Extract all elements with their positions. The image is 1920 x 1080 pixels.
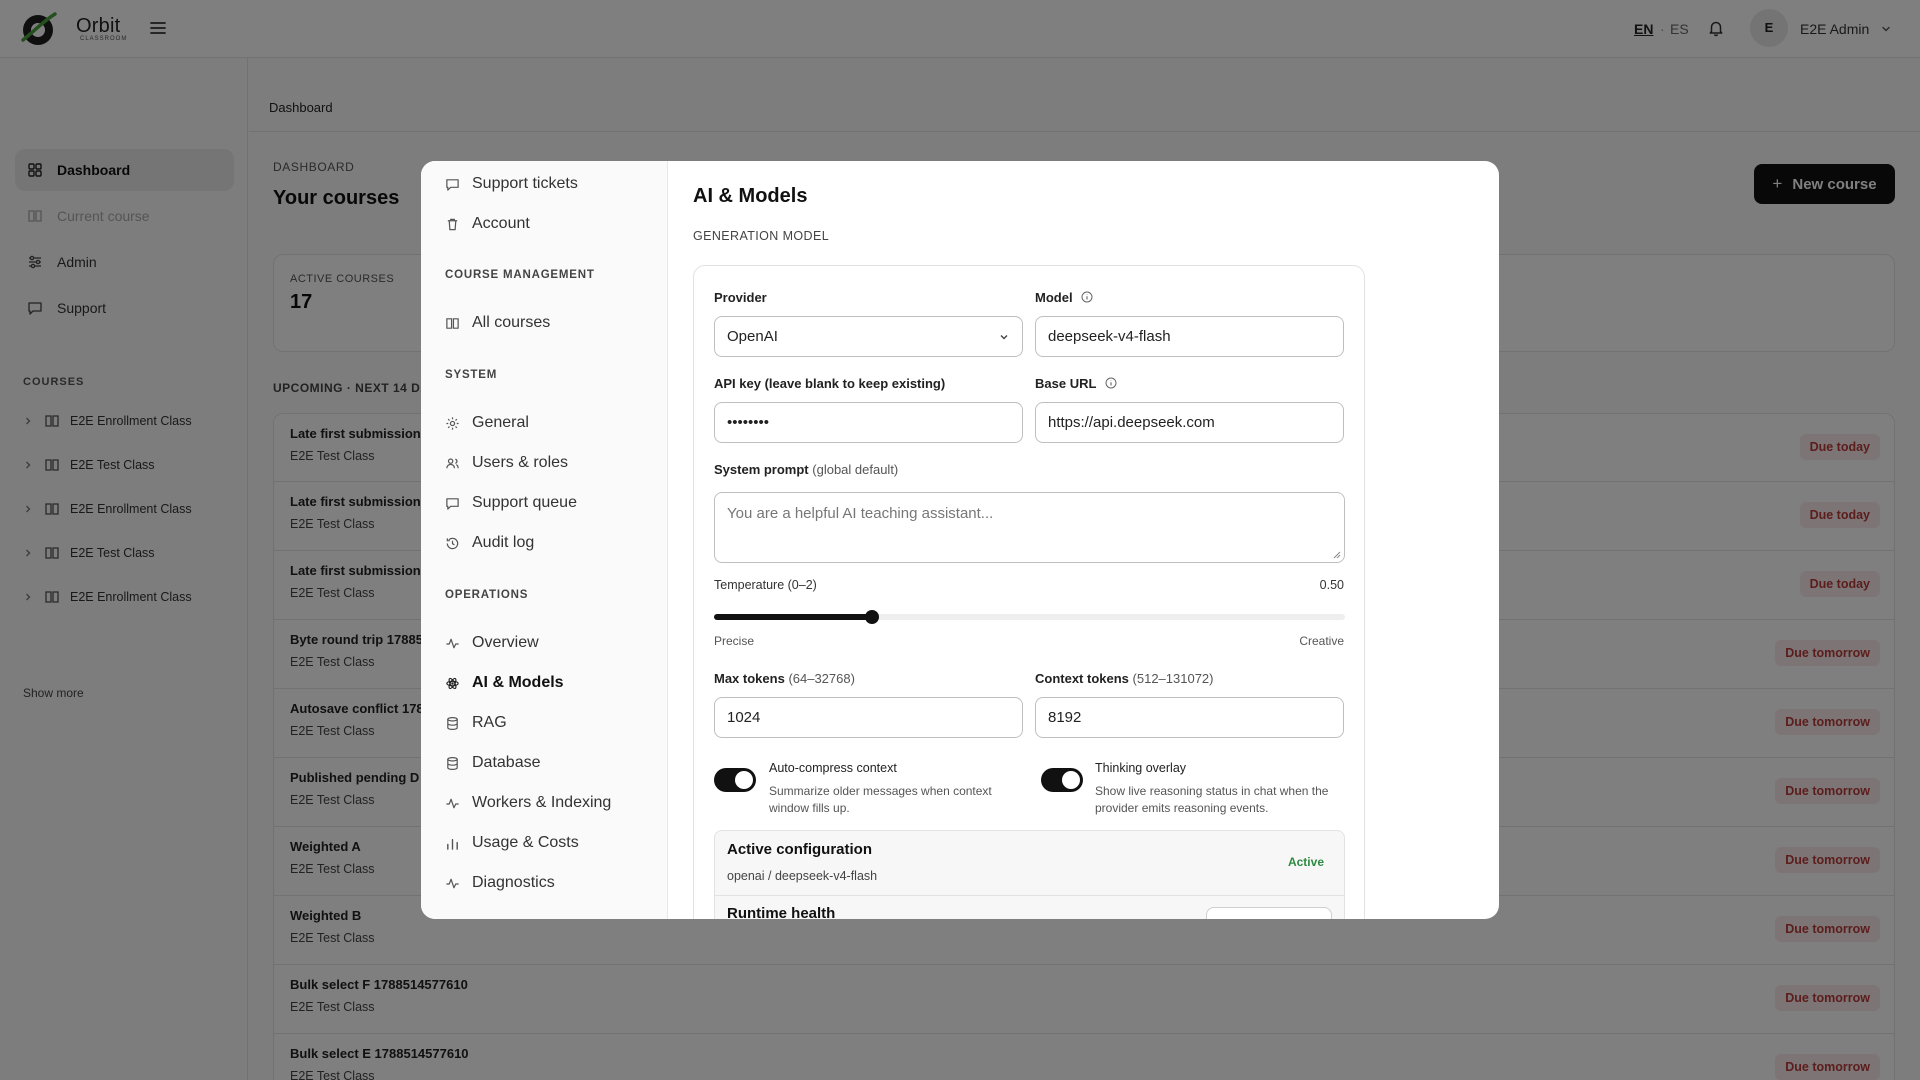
database-icon [447,756,458,770]
system-prompt-textarea[interactable]: You are a helpful AI teaching assistant.… [714,492,1345,563]
auto-compress-description: Summarize older messages when context wi… [769,784,992,815]
settings-nav-all-courses[interactable]: All courses [445,308,550,338]
provider-value: OpenAI [727,328,778,345]
thinking-overlay-title: Thinking overlay [1095,761,1187,775]
system-prompt-label: System prompt (global default) [714,462,899,477]
panel-title: AI & Models [693,185,808,207]
history-icon [446,537,459,549]
settings-nav-label: AI & Models [472,674,564,691]
settings-nav-rag[interactable]: RAG [445,708,507,738]
divider [715,895,1344,896]
settings-nav-database[interactable]: Database [445,748,541,778]
settings-nav-audit-log[interactable]: Audit log [445,528,534,558]
settings-nav-label: All courses [472,314,551,331]
atom-icon [446,677,459,689]
bar-chart-icon [447,838,458,850]
api-key-label: API key (leave blank to keep existing) [714,376,946,391]
activity-icon [446,878,459,888]
message-icon [446,497,459,510]
active-configuration-panel: Active configuration openai / deepseek-v… [714,830,1345,919]
base-url-value: https://api.deepseek.com [1048,414,1215,431]
settings-nav-label: Audit log [472,534,535,551]
settings-nav-label: Diagnostics [472,874,555,891]
section-heading-course-management: COURSE MANAGEMENT [445,269,595,281]
thinking-overlay-description: Show live reasoning status in chat when … [1095,784,1329,815]
admin-settings-modal: Support tickets Account COURSE MANAGEMEN… [421,161,1499,919]
system-prompt-hint: (global default) [812,462,899,477]
settings-nav-label: Users & roles [472,454,569,471]
gear-icon [446,416,459,430]
max-tokens-input[interactable]: 1024 [714,697,1023,738]
api-key-input[interactable]: •••••••• [714,402,1023,443]
ai-models-panel: AI & Models GENERATION MODEL Provider Op… [668,161,1499,919]
max-tokens-value: 1024 [727,709,761,726]
context-tokens-value: 8192 [1048,709,1082,726]
slider-thumb[interactable] [864,610,879,624]
api-key-value: •••••••• [727,414,770,431]
slider-fill [714,614,872,620]
book-icon [446,317,459,329]
section-heading-system: SYSTEM [445,369,498,381]
runtime-health-title: Runtime health [727,905,836,919]
settings-nav-label: General [472,414,529,431]
activity-icon [446,638,459,648]
settings-nav: Support tickets Account COURSE MANAGEMEN… [421,161,668,919]
auto-compress-toggle[interactable] [714,768,756,792]
settings-nav-label: Support tickets [472,175,578,192]
settings-nav-label: Workers & Indexing [472,794,612,811]
settings-nav-label: Account [472,215,530,232]
settings-nav-diagnostics[interactable]: Diagnostics [445,868,555,898]
info-icon[interactable] [1081,291,1093,303]
temperature-value: 0.50 [1319,578,1344,592]
status-badge: Active [1287,855,1324,869]
thinking-overlay-toggle[interactable] [1041,768,1083,792]
auto-compress-title: Auto-compress context [769,761,897,775]
max-tokens-label: Max tokens (64–32768) [714,671,855,686]
section-heading-operations: OPERATIONS [445,589,529,601]
trash-icon [447,218,458,230]
settings-nav-label: Usage & Costs [472,834,579,851]
runtime-health-button[interactable] [1206,907,1332,919]
settings-nav-support-tickets[interactable]: Support tickets [445,169,578,199]
settings-nav-label: Database [472,754,541,771]
info-icon[interactable] [1105,377,1117,389]
provider-label: Provider [714,290,767,305]
max-tokens-hint: (64–32768) [788,671,855,686]
base-url-label: Base URL [1035,376,1117,391]
database-icon [447,716,458,730]
temperature-label: Temperature (0–2) [714,578,817,592]
settings-nav-ai-models[interactable]: AI & Models [445,668,564,698]
settings-nav-users-roles[interactable]: Users & roles [445,448,568,478]
settings-nav-account[interactable]: Account [445,209,530,239]
temperature-max-label: Creative [1299,634,1344,648]
context-tokens-label: Context tokens (512–131072) [1035,671,1214,686]
context-tokens-input[interactable]: 8192 [1035,697,1344,738]
settings-nav-workers-indexing[interactable]: Workers & Indexing [445,788,611,818]
model-label: Model [1035,290,1093,305]
base-url-input[interactable]: https://api.deepseek.com [1035,402,1344,443]
context-tokens-hint: (512–131072) [1132,671,1214,686]
users-icon [446,457,459,468]
section-heading-generation-model: GENERATION MODEL [693,229,830,243]
settings-nav-label: Support queue [472,494,577,511]
chevron-down-icon [1000,335,1008,340]
generation-model-card: Provider OpenAI Model deepseek-v4-flash … [693,265,1365,919]
settings-nav-overview[interactable]: Overview [445,628,539,658]
active-configuration-title: Active configuration [727,841,873,858]
active-configuration-value: openai / deepseek-v4-flash [727,869,878,883]
settings-nav-usage-costs[interactable]: Usage & Costs [445,828,579,858]
system-prompt-placeholder: You are a helpful AI teaching assistant.… [727,505,994,522]
model-input[interactable]: deepseek-v4-flash [1035,316,1344,357]
settings-nav-label: Overview [472,634,539,651]
settings-nav-label: RAG [472,714,507,731]
settings-nav-general[interactable]: General [445,408,529,438]
temperature-min-label: Precise [714,634,755,648]
message-icon [446,178,459,191]
settings-nav-support-queue[interactable]: Support queue [445,488,577,518]
temperature-slider[interactable] [714,610,1345,624]
provider-select[interactable]: OpenAI [714,316,1023,357]
model-value: deepseek-v4-flash [1048,328,1171,345]
resize-handle-icon[interactable] [1333,551,1341,559]
activity-icon [446,798,459,808]
